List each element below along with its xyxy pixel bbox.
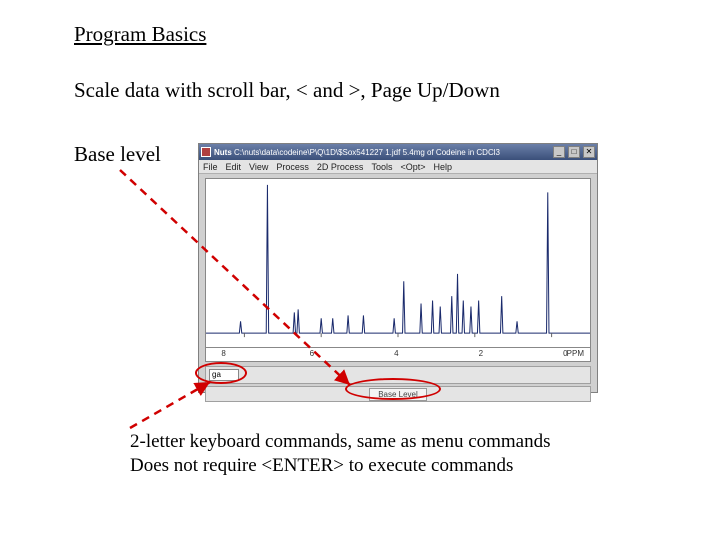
ppm-unit-label: PPM [567,349,584,358]
caption-line-2: Does not require <ENTER> to execute comm… [130,454,551,478]
tick-8: 8 [221,349,225,358]
status-base-level: Base Level [369,388,427,401]
caption-line-1: 2-letter keyboard commands, same as menu… [130,430,551,454]
menu-help[interactable]: Help [433,162,452,172]
menubar: File Edit View Process 2D Process Tools … [199,160,597,174]
window-title: Nuts C:\nuts\data\codeine\P\Q\1D\$Sox541… [214,148,550,157]
command-bar: ga [205,366,591,384]
app-window: Nuts C:\nuts\data\codeine\P\Q\1D\$Sox541… [198,143,598,393]
maximize-button[interactable]: □ [568,146,580,158]
base-level-label: Base level [74,142,161,167]
menu-process[interactable]: Process [276,162,309,172]
menu-view[interactable]: View [249,162,268,172]
status-bar: Base Level [205,386,591,402]
app-icon [201,147,211,157]
menu-tools[interactable]: Tools [371,162,392,172]
spectrum-svg [206,179,590,347]
tick-6: 6 [310,349,314,358]
menu-edit[interactable]: Edit [226,162,242,172]
close-button[interactable]: ✕ [583,146,595,158]
menu-file[interactable]: File [203,162,218,172]
menu-2d-process[interactable]: 2D Process [317,162,364,172]
spectrum-trace [206,185,590,333]
titlebar: Nuts C:\nuts\data\codeine\P\Q\1D\$Sox541… [199,144,597,160]
window-title-path: C:\nuts\data\codeine\P\Q\1D\$Sox541227 1… [234,148,500,157]
instruction-scale: Scale data with scroll bar, < and >, Pag… [74,78,500,103]
command-input[interactable]: ga [209,369,239,381]
tick-4: 4 [394,349,398,358]
page-title: Program Basics [74,22,206,47]
x-axis: 8 6 4 2 0 PPM [205,348,591,362]
minimize-button[interactable]: _ [553,146,565,158]
menu-opt[interactable]: <Opt> [400,162,425,172]
tick-2: 2 [479,349,483,358]
caption-block: 2-letter keyboard commands, same as menu… [130,430,551,478]
window-title-prefix: Nuts [214,148,232,157]
spectrum-plot[interactable] [205,178,591,348]
